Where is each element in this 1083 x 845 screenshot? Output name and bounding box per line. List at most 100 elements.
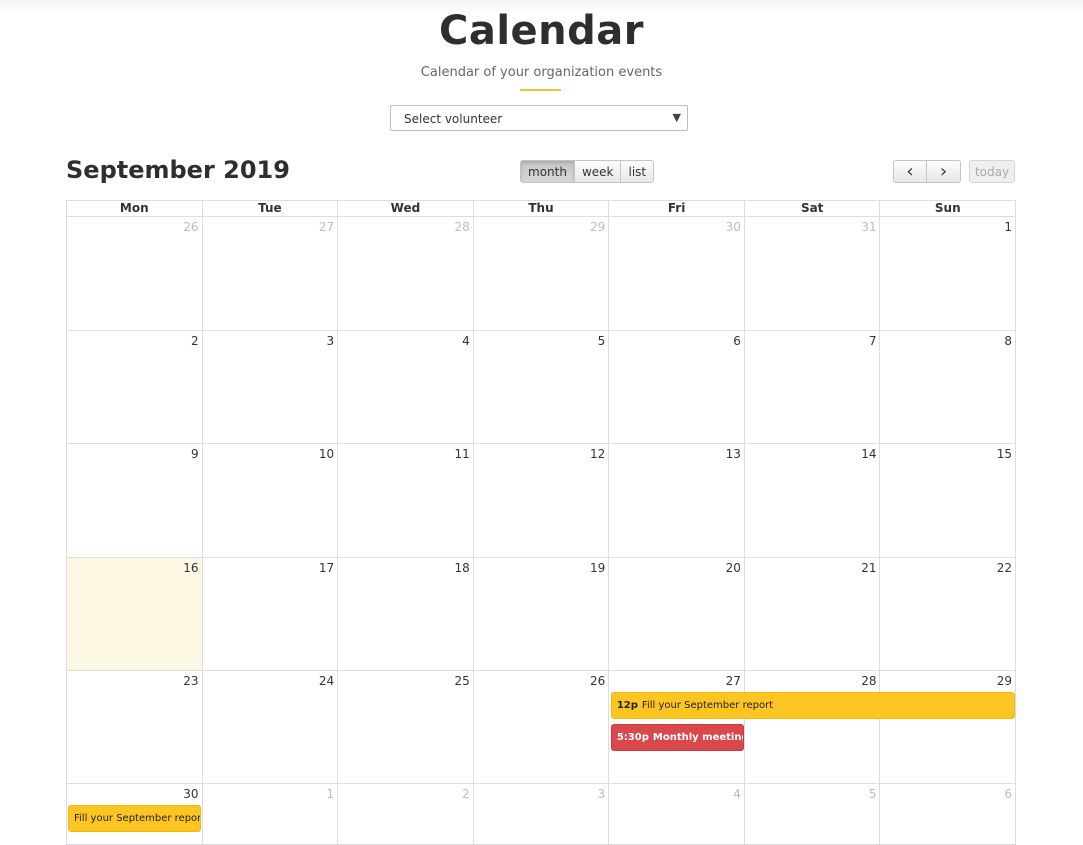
- day-cell[interactable]: 5: [473, 331, 610, 444]
- event-title: Monthly meeting - A: [652, 732, 743, 743]
- prev-button[interactable]: ‹: [893, 160, 927, 183]
- day-number: 24: [318, 674, 335, 688]
- today-button[interactable]: today: [969, 160, 1015, 183]
- day-cell[interactable]: 26: [473, 671, 610, 784]
- day-cell[interactable]: 19: [473, 558, 610, 671]
- day-cell[interactable]: 26: [66, 217, 203, 331]
- day-cell[interactable]: 1: [202, 784, 339, 845]
- day-cell[interactable]: 4: [338, 331, 474, 444]
- day-cell[interactable]: 25: [338, 671, 474, 784]
- day-cell[interactable]: 3: [202, 331, 339, 444]
- day-cell[interactable]: 13: [609, 444, 745, 558]
- page-title: Calendar: [438, 8, 644, 54]
- day-number: 23: [183, 674, 199, 688]
- view-switcher: month week list: [520, 160, 655, 183]
- volunteer-select-value: Select volunteer: [404, 112, 503, 126]
- day-number: 20: [725, 561, 741, 575]
- day-number: 2: [462, 787, 470, 801]
- day-number: 30: [183, 787, 199, 801]
- day-cell[interactable]: 3: [473, 784, 610, 845]
- day-cell[interactable]: 22: [880, 558, 1017, 671]
- weeks-container: 26 27 28 29 30 31 1 2 3 4 5 6 7 8 9 10 11 12 13 14 15 16 17 18 1…: [66, 217, 1017, 845]
- day-number: 22: [996, 561, 1013, 575]
- day-cell[interactable]: 29: [473, 217, 610, 331]
- calendar-event[interactable]: 12p Fill your September report: [610, 692, 1015, 719]
- day-cell[interactable]: 15: [880, 444, 1017, 558]
- day-cell[interactable]: 23: [66, 671, 203, 784]
- page-subtitle: Calendar of your organization events: [420, 65, 663, 80]
- day-number: 18: [454, 561, 470, 575]
- day-cell[interactable]: 29: [880, 671, 1017, 784]
- day-number: 28: [861, 674, 877, 688]
- chevron-left-icon: ‹: [906, 160, 914, 182]
- day-number: 26: [183, 220, 199, 234]
- day-cell[interactable]: 10: [202, 444, 339, 558]
- day-cell[interactable]: 12: [473, 444, 610, 558]
- day-number: 30: [725, 220, 741, 234]
- weekday-header-mon: Mon: [66, 200, 203, 217]
- day-cell[interactable]: 6: [609, 331, 745, 444]
- list-view-button[interactable]: list: [621, 160, 655, 183]
- day-cell[interactable]: 9: [66, 444, 203, 558]
- day-cell[interactable]: 24: [202, 671, 339, 784]
- calendar-event[interactable]: Fill your September report: [68, 805, 201, 832]
- day-number: 19: [590, 561, 606, 575]
- week-row: 2 3 4 5 6 7 8: [66, 331, 1017, 444]
- day-number: 17: [318, 561, 335, 575]
- week-row: 30 1 2 3 4 5 6 Fill your September report: [66, 784, 1017, 845]
- day-cell[interactable]: 30: [609, 217, 745, 331]
- month-title: September 2019: [66, 156, 290, 184]
- week-row: 23 24 25 26 27 28 29 12p Fill your September rep…: [66, 671, 1017, 784]
- day-number: 26: [590, 674, 606, 688]
- next-button[interactable]: ›: [927, 160, 961, 183]
- day-number: 7: [868, 334, 877, 348]
- day-cell[interactable]: 7: [744, 331, 881, 444]
- weekday-header-fri: Fri: [609, 200, 745, 217]
- day-number: 21: [861, 561, 877, 575]
- week-row: 26 27 28 29 30 31 1: [66, 217, 1017, 331]
- chevron-right-icon: ›: [939, 160, 948, 182]
- day-cell[interactable]: 2: [66, 331, 203, 444]
- volunteer-select[interactable]: Select volunteer ▼: [390, 105, 688, 131]
- month-view-button[interactable]: month: [520, 160, 575, 183]
- day-cell[interactable]: 16: [66, 558, 203, 671]
- weekday-header: Mon Tue Wed Thu Fri Sat Sun: [66, 200, 1017, 217]
- day-cell[interactable]: 5: [744, 784, 881, 845]
- day-cell[interactable]: 17: [202, 558, 339, 671]
- day-number: 3: [326, 334, 335, 348]
- day-cell[interactable]: 28: [338, 217, 474, 331]
- day-cell[interactable]: 20: [609, 558, 745, 671]
- weekday-header-sun: Sun: [880, 200, 1017, 217]
- day-cell[interactable]: 14: [744, 444, 881, 558]
- title-underline: [520, 89, 561, 91]
- day-cell[interactable]: 6: [880, 784, 1017, 845]
- week-view-button[interactable]: week: [574, 160, 622, 183]
- day-number: 29: [996, 674, 1013, 688]
- day-cell[interactable]: 8: [880, 331, 1017, 444]
- day-number: 12: [590, 447, 606, 461]
- caret-down-icon: ▼: [672, 111, 681, 124]
- day-cell[interactable]: 27: [202, 217, 339, 331]
- day-cell[interactable]: 11: [338, 444, 474, 558]
- day-cell[interactable]: 1: [880, 217, 1017, 331]
- day-cell[interactable]: 2: [338, 784, 474, 845]
- event-title: Fill your September report: [74, 813, 201, 824]
- day-number: 29: [590, 220, 606, 234]
- day-number: 8: [1004, 334, 1013, 348]
- calendar-event[interactable]: 5:30pMonthly meeting - A: [610, 724, 744, 751]
- week-row: 16 17 18 19 20 21 22: [66, 558, 1017, 671]
- day-cell[interactable]: 4: [609, 784, 745, 845]
- day-number: 27: [318, 220, 335, 234]
- day-cell[interactable]: 18: [338, 558, 474, 671]
- day-cell[interactable]: 28: [744, 671, 881, 784]
- day-number: 16: [183, 561, 199, 575]
- day-number: 11: [454, 447, 470, 461]
- day-number: 10: [318, 447, 335, 461]
- weekday-header-sat: Sat: [744, 200, 881, 217]
- day-number: 28: [454, 220, 470, 234]
- day-cell[interactable]: 31: [744, 217, 881, 331]
- weekday-header-wed: Wed: [338, 200, 474, 217]
- day-cell[interactable]: 21: [744, 558, 881, 671]
- day-number: 4: [733, 787, 741, 801]
- day-number: 31: [861, 220, 877, 234]
